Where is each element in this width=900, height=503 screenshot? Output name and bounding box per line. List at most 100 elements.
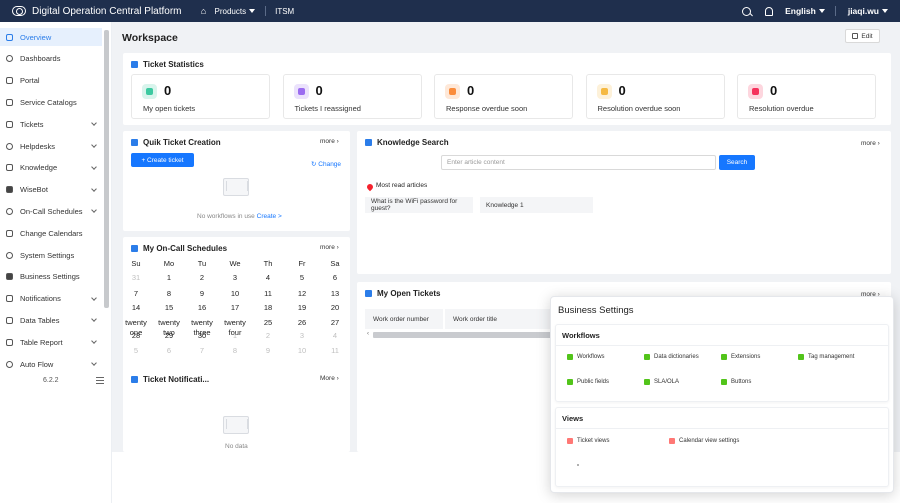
calendar-day[interactable]: 25 bbox=[253, 318, 283, 328]
sidebar-item-notifications[interactable]: Notifications bbox=[0, 290, 102, 308]
public-fields-link[interactable]: Public fields bbox=[567, 379, 609, 385]
article-chip[interactable]: What is the WiFi password for guest? bbox=[365, 197, 473, 213]
calendar-day[interactable]: 1 bbox=[220, 331, 250, 341]
calendar-day[interactable]: 20 bbox=[320, 303, 350, 313]
tag-management-link[interactable]: Tag management bbox=[798, 354, 854, 360]
calendar-day[interactable]: 2 bbox=[253, 331, 283, 341]
calendar-view-settings-link[interactable]: Calendar view settings bbox=[669, 438, 739, 444]
calendar-day[interactable]: 9 bbox=[253, 346, 283, 356]
search-icon[interactable] bbox=[742, 6, 752, 16]
calendar-day[interactable]: 10 bbox=[287, 346, 317, 356]
calendar-day[interactable]: 13 bbox=[320, 289, 350, 299]
calendar-day[interactable]: 3 bbox=[220, 273, 250, 283]
calendar-day[interactable]: 31 bbox=[121, 273, 151, 283]
sidebar-item-table-report[interactable]: Table Report bbox=[0, 333, 102, 351]
menu-list-icon[interactable] bbox=[96, 377, 104, 384]
calendar-day[interactable]: 18 bbox=[253, 303, 283, 313]
calendar-day[interactable]: 5 bbox=[287, 273, 317, 283]
quick-ticket-more-link[interactable]: more › bbox=[320, 138, 339, 145]
calendar-day[interactable]: 6 bbox=[154, 346, 184, 356]
bell-icon[interactable] bbox=[765, 6, 774, 16]
views-section-title: Views bbox=[562, 414, 584, 423]
calendar-day[interactable]: 7 bbox=[121, 289, 151, 299]
notifications-more-link[interactable]: More › bbox=[320, 375, 339, 382]
calendar-day[interactable]: 1 bbox=[154, 273, 184, 283]
sidebar-item-wisebot[interactable]: WiseBot bbox=[0, 181, 102, 199]
sidebar-scrollbar[interactable] bbox=[104, 30, 109, 308]
weekday-header: We bbox=[229, 259, 241, 268]
divider bbox=[556, 345, 888, 346]
calendar-day[interactable]: 4 bbox=[253, 273, 283, 283]
edit-button[interactable]: Edit bbox=[845, 29, 880, 43]
calendar-day[interactable]: 11 bbox=[320, 346, 350, 356]
calendar-day[interactable]: 17 bbox=[220, 303, 250, 313]
sla-ola-link[interactable]: SLA/OLA bbox=[644, 379, 679, 385]
sidebar-item-change-calendars[interactable]: Change Calendars bbox=[0, 224, 102, 242]
sidebar-item-on-call-schedules[interactable]: On-Call Schedules bbox=[0, 202, 102, 220]
article-search-input[interactable]: Enter article content bbox=[441, 155, 716, 170]
chevron-down-icon bbox=[91, 360, 97, 366]
stat-tile[interactable]: 0 Response overdue soon bbox=[434, 74, 573, 119]
stat-tile[interactable]: 0 Resolution overdue bbox=[737, 74, 876, 119]
card-title-text: Knowledge Search bbox=[377, 138, 449, 147]
sidebar-item-business-settings[interactable]: Business Settings bbox=[0, 268, 102, 286]
stat-tile[interactable]: 0 Tickets I reassigned bbox=[282, 74, 422, 119]
sidebar-item-knowledge[interactable]: Knowledge bbox=[0, 159, 102, 177]
calendar-day[interactable]: 3 bbox=[287, 331, 317, 341]
knowledge-more-link[interactable]: more › bbox=[861, 140, 880, 147]
stat-tile[interactable]: 0 Resolution overdue soon bbox=[585, 74, 725, 119]
sidebar-item-helpdesks[interactable]: Helpdesks bbox=[0, 137, 102, 155]
calendar-day[interactable]: 7 bbox=[187, 346, 217, 356]
data-dictionaries-link[interactable]: Data dictionaries bbox=[644, 354, 699, 360]
table-horizontal-scrollbar[interactable] bbox=[373, 332, 563, 338]
calendar-day[interactable]: 28 bbox=[121, 331, 151, 341]
sidebar-item-label: Table Report bbox=[20, 337, 63, 347]
sidebar-item-overview[interactable]: Overview bbox=[0, 28, 102, 46]
extensions-link[interactable]: Extensions bbox=[721, 354, 760, 360]
create-ticket-button[interactable]: + Create ticket bbox=[131, 153, 194, 167]
user-menu[interactable]: jiaqi.wu bbox=[848, 6, 888, 16]
calendar-day[interactable]: 5 bbox=[121, 346, 151, 356]
buttons-link[interactable]: Buttons bbox=[721, 379, 751, 385]
calendar-day[interactable]: 9 bbox=[187, 289, 217, 299]
calendar-day[interactable]: 26 bbox=[287, 318, 317, 328]
article-chip[interactable]: Knowledge 1 bbox=[480, 197, 593, 213]
sidebar-item-service-catalogs[interactable]: Service Catalogs bbox=[0, 93, 102, 111]
calendar-day[interactable]: 27 bbox=[320, 318, 350, 328]
calendar-day[interactable]: 30 bbox=[187, 331, 217, 341]
oncall-more-link[interactable]: more › bbox=[320, 244, 339, 251]
home-icon[interactable]: ⌂ bbox=[199, 6, 209, 16]
knowledge-search-button[interactable]: Search bbox=[719, 155, 755, 170]
sidebar-item-system-settings[interactable]: System Settings bbox=[0, 246, 102, 264]
column-header-work-order-number: Work order number bbox=[365, 309, 443, 329]
language-selector[interactable]: English bbox=[785, 6, 825, 16]
workflows-link[interactable]: Workflows bbox=[567, 354, 605, 360]
sidebar-item-dashboards[interactable]: Dashboards bbox=[0, 50, 102, 68]
calendar-day[interactable]: 10 bbox=[220, 289, 250, 299]
create-workflow-link[interactable]: Create > bbox=[257, 213, 282, 220]
ticket-views-link[interactable]: Ticket views bbox=[567, 438, 609, 444]
calendar-day[interactable]: 14 bbox=[121, 303, 151, 313]
calendar-day[interactable]: 2 bbox=[187, 273, 217, 283]
calendar-day[interactable]: 8 bbox=[220, 346, 250, 356]
sidebar-item-data-tables[interactable]: Data Tables bbox=[0, 311, 102, 329]
calendar-day[interactable]: 11 bbox=[253, 289, 283, 299]
products-menu[interactable]: Products bbox=[215, 7, 256, 16]
itsm-nav-item[interactable]: ITSM bbox=[275, 7, 294, 16]
calendar-day[interactable]: 12 bbox=[287, 289, 317, 299]
calendar-day[interactable]: 15 bbox=[154, 303, 184, 313]
calendar-day[interactable]: 16 bbox=[187, 303, 217, 313]
oncall-schedules-title: My On-Call Schedules bbox=[131, 244, 227, 253]
sidebar-item-auto-flow[interactable]: Auto Flow bbox=[0, 355, 102, 373]
sidebar-item-portal[interactable]: Portal bbox=[0, 72, 102, 90]
calendar-day[interactable]: 8 bbox=[154, 289, 184, 299]
sidebar-item-label: Tickets bbox=[20, 119, 44, 129]
calendar-day[interactable]: 6 bbox=[320, 273, 350, 283]
calendar-day[interactable]: 4 bbox=[320, 331, 350, 341]
sidebar-item-tickets[interactable]: Tickets bbox=[0, 115, 102, 133]
calendar-day[interactable]: 19 bbox=[287, 303, 317, 313]
calendar-day[interactable]: 29 bbox=[154, 331, 184, 341]
scroll-left-arrow-icon[interactable]: ‹ bbox=[367, 331, 369, 337]
stat-tile[interactable]: 0 My open tickets bbox=[131, 74, 270, 119]
change-link[interactable]: ↻ Change bbox=[311, 160, 341, 168]
